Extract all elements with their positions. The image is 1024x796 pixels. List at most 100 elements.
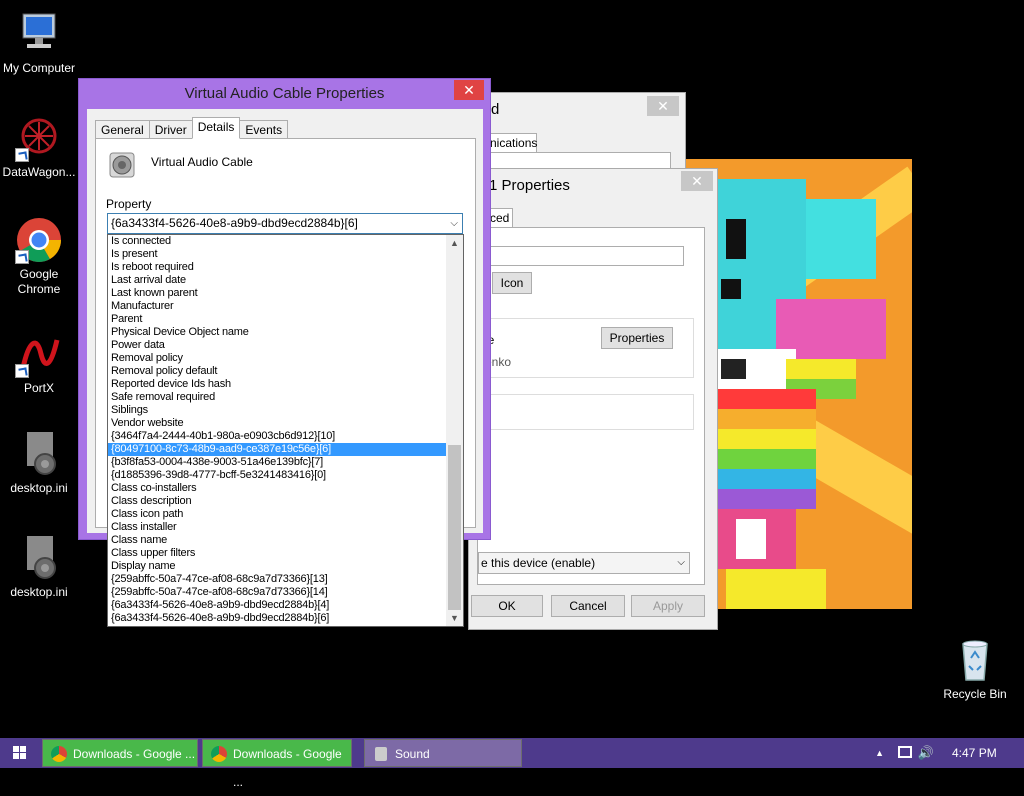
device-name: Virtual Audio Cable [151,155,253,169]
tab-events[interactable]: Events [239,120,289,139]
apply-button[interactable]: Apply [631,595,705,617]
dropdown-option[interactable]: Class installer [108,521,448,534]
cancel-button[interactable]: Cancel [551,595,625,617]
window-title: 1 Properties [489,177,570,194]
change-icon-button[interactable]: Icon [492,272,532,294]
tab-general[interactable]: General [95,120,150,139]
tab-communications[interactable]: nications [487,133,537,153]
computer-icon [15,10,63,58]
dropdown-option[interactable]: Siblings [108,404,448,417]
desktop-icon-desktop-ini-2[interactable]: desktop.ini [0,534,78,600]
dropdown-option[interactable]: Power data [108,339,448,352]
dropdown-option[interactable]: Class co-installers [108,482,448,495]
window-title: d [491,101,500,118]
close-button[interactable]: ✕ [647,96,679,116]
windows-logo-icon [13,746,26,759]
dropdown-option[interactable]: Is reboot required [108,261,448,274]
chevron-down-icon: ⌵ [450,218,458,229]
chrome-icon [211,746,227,762]
dropdown-option[interactable]: Display name [108,560,448,573]
desktop-icon-label: PortX [23,381,54,395]
dropdown-option[interactable]: Reported device Ids hash [108,378,448,391]
dropdown-option[interactable]: Class upper filters [108,547,448,560]
dropdown-option[interactable]: Is present [108,248,448,261]
dropdown-option[interactable]: Last arrival date [108,274,448,287]
chevron-down-icon: ⌵ [677,557,685,568]
property-label: Property [106,197,152,211]
property-select[interactable]: {6a3433f4-5626-40e8-a9b9-dbd9ecd2884b}[6… [107,213,463,234]
tab-details[interactable]: Details [191,117,241,139]
properties-button[interactable]: Properties [601,327,673,349]
speaker-icon [375,747,387,761]
dropdown-option[interactable]: Safe removal required [108,391,448,404]
recycle-bin-icon [951,636,999,684]
dropdown-option[interactable]: {b3f8fa53-0004-438e-9003-51a46e139bfc}[7… [108,456,448,469]
scroll-up-icon[interactable]: ▲ [446,235,463,251]
close-button[interactable]: ✕ [681,171,713,191]
settings-file-icon [15,534,63,582]
datawagon-icon [15,114,63,162]
volume-icon[interactable]: 🔊 [918,738,934,768]
desktop-icon-label: Google Chrome [17,267,61,296]
scrollbar[interactable]: ▲ ▼ [446,235,463,626]
desktop-icon-portx[interactable]: PortX [0,330,78,396]
desktop-icon-google-chrome[interactable]: Google Chrome [0,216,78,297]
desktop-icon-desktop-ini-1[interactable]: desktop.ini [0,430,78,496]
dropdown-option[interactable]: Vendor website [108,417,448,430]
name-field[interactable] [478,246,684,266]
dropdown-option[interactable]: Class description [108,495,448,508]
settings-file-icon [15,430,63,478]
dropdown-option[interactable]: Manufacturer [108,300,448,313]
desktop-icon-label: DataWagon... [2,165,76,179]
tab-advanced[interactable]: ced [489,208,513,228]
dropdown-option[interactable]: {d1885396-39d8-4777-bcff-5e3241483416}[0… [108,469,448,482]
desktop-icon-datawagon[interactable]: DataWagon... [0,114,78,180]
desktop-icon-label: desktop.ini [10,481,68,495]
property-dropdown-list[interactable]: Is connected Is present Is reboot required… [107,234,464,627]
device-usage-select[interactable]: e this device (enable) ⌵ [478,552,690,574]
shortcut-arrow-icon [15,364,29,378]
desktop-icon-label: desktop.ini [10,585,68,599]
chrome-icon [51,746,67,762]
start-button[interactable] [0,738,40,768]
desktop-icon-recycle-bin[interactable]: Recycle Bin [936,636,1014,702]
dropdown-option[interactable]: Removal policy default [108,365,448,378]
dropdown-option[interactable]: {259abffc-50a7-47ce-af08-68c9a7d73366}[1… [108,573,448,586]
taskbar-item-chrome-1[interactable]: Downloads - Google ... [42,739,198,767]
dropdown-option[interactable]: {80497100-8c73-48b9-aad9-ce387e19c56e}[6… [108,443,448,456]
dropdown-option[interactable]: {259abffc-50a7-47ce-af08-68c9a7d73366}[1… [108,586,448,599]
dropdown-option[interactable]: Last known parent [108,287,448,300]
dropdown-option[interactable]: Parent [108,313,448,326]
taskbar-item-sound[interactable]: Sound [364,739,522,767]
desktop-icon-label: My Computer [2,61,76,75]
chrome-icon [15,216,63,264]
dropdown-option[interactable]: Is connected [108,235,448,248]
dropdown-option[interactable]: {6a3433f4-5626-40e8-a9b9-dbd9ecd2884b}[4… [108,599,448,612]
tab-strip: General Driver Details Events [95,117,289,139]
dialog-title: Virtual Audio Cable Properties [184,85,385,102]
wallpaper-image [686,159,912,609]
taskbar-item-chrome-2[interactable]: Downloads - Google ... [202,739,352,789]
ok-button[interactable]: OK [471,595,543,617]
portx-icon [15,330,63,378]
tab-driver[interactable]: Driver [148,120,193,139]
speaker-icon [106,149,138,181]
network-icon[interactable] [898,746,912,758]
shortcut-arrow-icon [15,148,29,162]
close-button[interactable]: ✕ [454,80,484,100]
scrollbar-thumb[interactable] [448,445,461,610]
dropdown-option[interactable]: Removal policy [108,352,448,365]
dropdown-option[interactable]: Physical Device Object name [108,326,448,339]
dropdown-option[interactable]: {6a3433f4-5626-40e8-a9b9-dbd9ecd2884b}[6… [108,612,448,625]
dropdown-option[interactable]: Class name [108,534,448,547]
dropdown-option[interactable]: Class icon path [108,508,448,521]
shortcut-arrow-icon [15,250,29,264]
taskbar: Downloads - Google ... Downloads - Googl… [0,738,1024,789]
dropdown-option[interactable]: {3464f7a4-2444-40b1-980a-e0903cb6d912}[1… [108,430,448,443]
desktop-icon-my-computer[interactable]: My Computer [0,10,78,76]
background-window-2: 1 Properties ✕ ced Icon le enko Properti… [468,168,718,630]
show-hidden-icons-icon[interactable]: ▲ [875,738,884,768]
desktop-icon-label: Recycle Bin [943,687,1007,701]
scroll-down-icon[interactable]: ▼ [446,610,463,626]
clock[interactable]: 4:47 PM [952,738,1002,768]
